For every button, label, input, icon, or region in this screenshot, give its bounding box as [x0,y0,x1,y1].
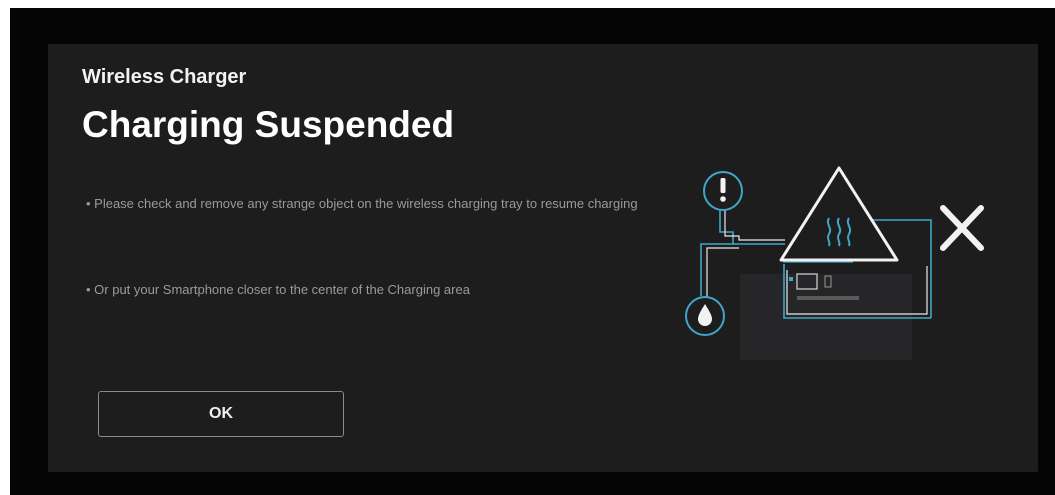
dialog-subtitle: Wireless Charger [82,66,247,88]
drop-icon [685,296,725,336]
screen-frame: Wireless Charger Charging Suspended • Pl… [10,8,1055,495]
dialog-title: Charging Suspended [82,104,455,145]
exclamation-icon [703,171,743,211]
warning-heat-icon [779,166,899,262]
close-x-icon [940,205,984,251]
wireless-charger-illustration [685,166,984,360]
ok-button[interactable]: OK [98,391,344,437]
message-move-phone: • Or put your Smartphone closer to the c… [86,282,470,297]
charging-suspended-dialog: Wireless Charger Charging Suspended • Pl… [48,44,1038,472]
message-remove-object: • Please check and remove any strange ob… [86,196,638,211]
